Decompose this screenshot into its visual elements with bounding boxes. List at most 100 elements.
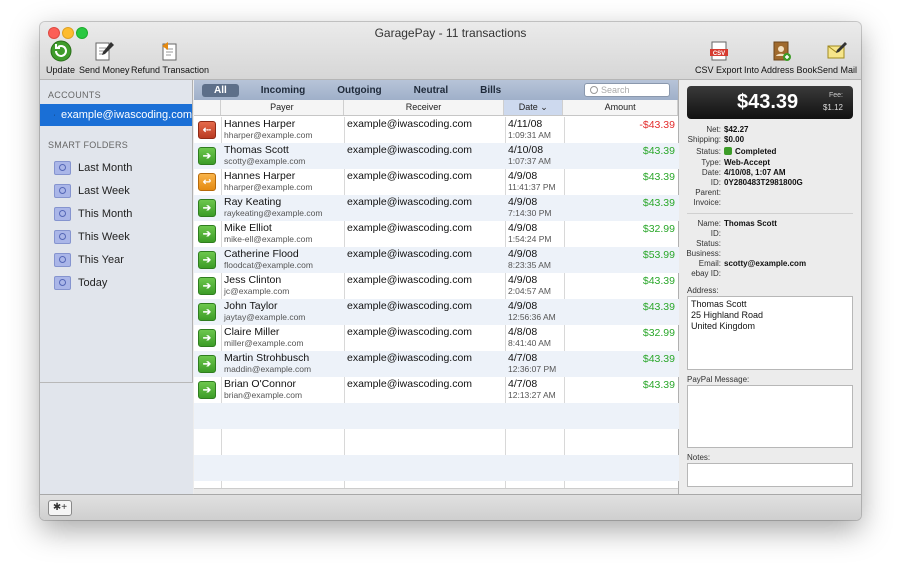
person-icon [54,114,55,116]
bottom-bar: ✱+ [40,494,861,520]
transaction-amount: $53.99 [642,249,675,261]
detail-net: Net: $42.27 [706,125,749,134]
refund-orange-icon: ↩ [198,173,216,191]
transactions-pane: All Incoming Outgoing Neutral Bills Sear… [194,80,679,494]
table-row[interactable]: ➔ Jess Clinton jc@example.com example@iwasc… [194,273,679,299]
detail-shipping: Shipping: $0.00 [687,135,745,144]
table-row[interactable]: ↩ Hannes Harper hharper@example.com example… [194,169,679,195]
column-receiver[interactable]: Receiver [344,100,505,115]
payer-name: Thomas Scott [224,144,289,156]
receiver-email: example@iwascoding.com [347,300,473,312]
transaction-amount: $43.39 [642,353,675,365]
transaction-time: 1:09:31 AM [508,130,552,140]
refund-transaction-button[interactable]: Refund Transaction [131,39,209,75]
folder-label: This Month [78,207,133,220]
payer-email: hharper@example.com [224,182,313,192]
transaction-time: 12:13:27 AM [508,390,556,400]
receiver-email: example@iwascoding.com [347,118,473,130]
search-input[interactable]: Search [584,83,670,97]
into-address-book-button[interactable]: Into Address Book [744,39,817,75]
transaction-time: 12:56:36 AM [508,312,556,322]
table-row[interactable]: ⇠ Hannes Harper hharper@example.com example… [194,117,679,143]
transaction-date: 4/11/08 [508,118,543,130]
payer-name: Brian O'Connor [224,378,297,390]
folder-label: This Week [78,230,130,243]
transaction-date: 4/9/08 [508,274,538,286]
transaction-time: 11:41:37 PM [508,182,556,192]
table-row[interactable]: ➔ Martin Strohbusch maddin@example.com exam… [194,351,679,377]
title-bar: GaragePay - 11 transactions Update Send … [40,22,861,80]
sidebar-item-this-month[interactable]: This Month [40,202,192,225]
payer-name: Hannes Harper [224,118,296,130]
payer-email: scotty@example.com [224,156,306,166]
filter-neutral[interactable]: Neutral [398,85,464,96]
receiver-email: example@iwascoding.com [347,248,473,260]
send-money-button[interactable]: Send Money [79,39,130,75]
app-window: GaragePay - 11 transactions Update Send … [40,22,861,520]
send-mail-button[interactable]: Send Mail [817,39,857,75]
payer-email: raykeating@example.com [224,208,323,218]
folder-label: Last Month [78,161,133,174]
transaction-time: 1:54:24 PM [508,234,552,244]
transaction-amount: $32.99 [642,327,675,339]
mail-pen-icon [825,39,849,63]
payer-name: John Taylor [224,300,278,312]
smart-folder-icon [54,206,71,221]
table-row[interactable]: ➔ John Taylor jaytay@example.com example@iw… [194,299,679,325]
sidebar-item-last-week[interactable]: Last Week [40,179,192,202]
transaction-amount: $43.39 [642,379,675,391]
table-row[interactable]: ➔ Ray Keating raykeating@example.com exampl… [194,195,679,221]
payer-email: miller@example.com [224,338,304,348]
column-type[interactable] [194,100,221,115]
sidebar-item-this-week[interactable]: This Week [40,225,192,248]
divider [687,213,853,214]
sidebar-item-today[interactable]: Today [40,271,192,294]
receiver-email: example@iwascoding.com [347,170,473,182]
payer-name: Jess Clinton [224,274,282,286]
csv-file-icon: CSV [707,39,731,63]
column-amount[interactable]: Amount [563,100,679,115]
transaction-amount: -$43.39 [639,119,675,131]
column-date[interactable]: Date ⌄ [504,100,564,115]
sidebar-item-last-month[interactable]: Last Month [40,156,192,179]
transaction-date: 4/9/08 [508,248,538,260]
table-row[interactable]: ➔ Claire Miller miller@example.com example@… [194,325,679,351]
filter-outgoing[interactable]: Outgoing [321,85,397,96]
address-text: Thomas Scott 25 Highland Road United Kin… [691,299,764,331]
add-action-button[interactable]: ✱+ [48,500,72,516]
payer-email: jaytay@example.com [224,312,306,322]
into-address-book-label: Into Address Book [744,65,818,75]
update-button[interactable]: Update [46,39,75,75]
payer-email: jc@example.com [224,286,290,296]
filter-all[interactable]: All [202,83,239,97]
table-row[interactable]: ➔ Brian O'Connor brian@example.com example@… [194,377,679,403]
sidebar-item-this-year[interactable]: This Year [40,248,192,271]
receiver-email: example@iwascoding.com [347,144,473,156]
receiver-email: example@iwascoding.com [347,196,473,208]
payer-name: Ray Keating [224,196,282,208]
csv-export-label: CSV Export [695,65,743,75]
paypal-message-field[interactable] [687,385,853,448]
transaction-time: 8:41:40 AM [508,338,552,348]
table-row[interactable]: ➔ Thomas Scott scotty@example.com example@i… [194,143,679,169]
smart-folders-header: SMART FOLDERS [48,140,129,150]
address-field[interactable]: Thomas Scott 25 Highland Road United Kin… [687,296,853,370]
incoming-green-icon: ➔ [198,329,216,347]
detail-status: Status: Completed [696,147,777,156]
send-mail-label: Send Mail [817,65,858,75]
incoming-green-icon: ➔ [198,381,216,399]
paypal-message-label: PayPal Message: [687,375,750,384]
notes-field[interactable] [687,463,853,487]
column-payer[interactable]: Payer [221,100,344,115]
payer-email: mike-ell@example.com [224,234,313,244]
table-row[interactable]: ➔ Catherine Flood floodcat@example.com exam… [194,247,679,273]
incoming-green-icon: ➔ [198,199,216,217]
csv-export-button[interactable]: CSV CSV Export [695,39,742,75]
table-row[interactable]: ➔ Mike Elliot mike-ell@example.com example@… [194,221,679,247]
empty-row [194,455,679,481]
smart-folder-icon [54,160,71,175]
filter-incoming[interactable]: Incoming [245,85,321,96]
sidebar-item-account[interactable]: example@iwascoding.com [40,104,192,126]
detail-name: Name: Thomas Scott [697,219,777,228]
filter-bills[interactable]: Bills [464,85,517,96]
